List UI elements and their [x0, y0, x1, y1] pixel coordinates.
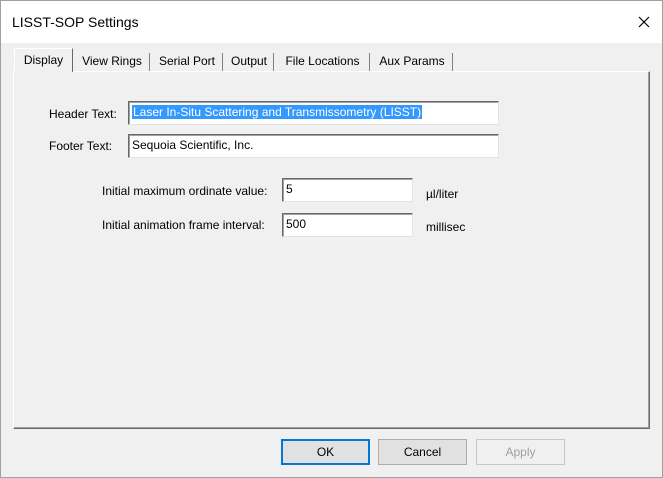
tab-aux-params[interactable]: Aux Params	[371, 51, 453, 71]
tab-file-locations[interactable]: File Locations	[275, 51, 370, 71]
tab-view-rings[interactable]: View Rings	[74, 51, 150, 71]
max-ordinate-label: Initial maximum ordinate value:	[102, 184, 268, 198]
title-bar: LISST-SOP Settings	[1, 1, 662, 43]
tab-serial-port[interactable]: Serial Port	[151, 51, 223, 71]
tab-label: Serial Port	[158, 54, 216, 68]
max-ordinate-unit: µl/liter	[426, 187, 459, 201]
tab-label: Output	[230, 54, 268, 68]
max-ordinate-field[interactable]: 5	[282, 178, 413, 202]
footer-text-field[interactable]: Sequoia Scientific, Inc.	[128, 134, 499, 158]
close-icon[interactable]	[628, 7, 660, 37]
frame-interval-value: 500	[286, 217, 307, 231]
footer-text-value: Sequoia Scientific, Inc.	[132, 138, 254, 152]
tab-output[interactable]: Output	[224, 51, 274, 71]
header-text-field[interactable]: Laser In-Situ Scattering and Transmissom…	[128, 101, 499, 125]
tab-label: Display	[23, 53, 64, 67]
apply-button[interactable]: Apply	[476, 439, 565, 465]
frame-interval-field[interactable]: 500	[282, 213, 413, 237]
footer-text-label: Footer Text:	[49, 139, 113, 153]
header-text-value: Laser In-Situ Scattering and Transmissom…	[132, 105, 423, 119]
settings-dialog: LISST-SOP Settings Display View Rings Se…	[0, 0, 663, 478]
tab-display[interactable]: Display	[14, 48, 73, 72]
cancel-button[interactable]: Cancel	[378, 439, 467, 465]
max-ordinate-value: 5	[286, 182, 293, 196]
window-title: LISST-SOP Settings	[12, 14, 139, 30]
tab-label: File Locations	[285, 54, 360, 68]
tab-label: View Rings	[82, 54, 142, 68]
frame-interval-label: Initial animation frame interval:	[102, 218, 265, 232]
ok-button[interactable]: OK	[281, 439, 370, 465]
header-text-label: Header Text:	[49, 107, 117, 121]
tab-label: Aux Params	[379, 54, 445, 68]
frame-interval-unit: millisec	[426, 220, 466, 234]
